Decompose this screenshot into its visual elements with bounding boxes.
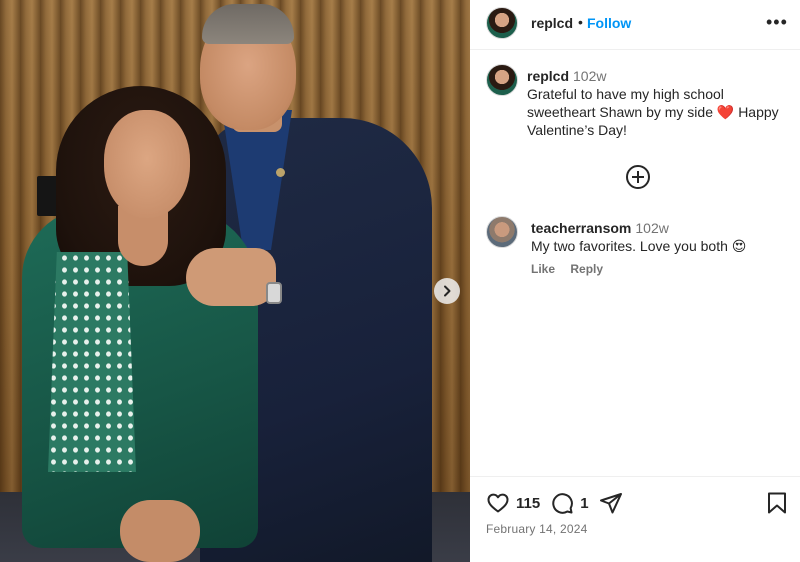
post-sidebar: replcd • Follow ••• replcd 102w Grateful … [470,0,800,562]
man-hair [202,4,294,44]
follow-button[interactable]: Follow [587,15,631,31]
more-options-button[interactable]: ••• [766,12,788,33]
avatar[interactable] [486,216,518,248]
post-header: replcd • Follow ••• [470,0,800,50]
avatar[interactable] [486,64,518,96]
comment-reply-button[interactable]: Reply [570,262,603,276]
caption-username[interactable]: replcd [527,68,569,84]
comment-actions: Like Reply [531,262,615,276]
post-footer: 115 1 February 14, 2024 [470,476,800,562]
caption-text: Grateful to have my high school sweethea… [527,86,779,138]
next-photo-button[interactable] [434,278,460,304]
paper-plane-icon [599,493,622,514]
action-bar: 115 1 [486,491,623,515]
comment-count[interactable]: 1 [580,495,588,512]
woman-face [104,110,190,218]
heart-icon [487,493,509,513]
woman-blouse [48,252,136,472]
more-horizontal-icon: ••• [766,12,788,32]
comment-time[interactable]: 102w [635,220,668,236]
like-count[interactable]: 115 [516,495,540,512]
share-button[interactable] [599,491,623,515]
save-button[interactable] [766,491,788,520]
post-photo [0,0,470,562]
wristwatch [266,282,282,304]
separator-dot: • [578,14,583,30]
comment-button[interactable] [550,491,574,515]
comment-text: My two favorites. Love you both 😍 [531,238,747,254]
bookmark-icon [768,492,786,514]
caption-time[interactable]: 102w [573,68,606,84]
like-button[interactable] [486,491,510,515]
caption-text-block: replcd 102w Grateful to have my high scho… [527,67,789,139]
comment-text-block: teacherransom 102w My two favorites. Love… [531,219,791,255]
header-username[interactable]: replcd [531,15,573,31]
woman-arm [120,500,200,562]
man-hand [186,248,276,306]
comment-like-button[interactable]: Like [531,262,555,276]
avatar[interactable] [486,7,518,39]
post-date[interactable]: February 14, 2024 [486,522,587,536]
comment-username[interactable]: teacherransom [531,220,631,236]
comment-bubble-icon [552,493,574,514]
lapel-pin [276,168,285,177]
chevron-right-icon [444,285,451,297]
load-more-comments-button[interactable] [626,165,650,189]
